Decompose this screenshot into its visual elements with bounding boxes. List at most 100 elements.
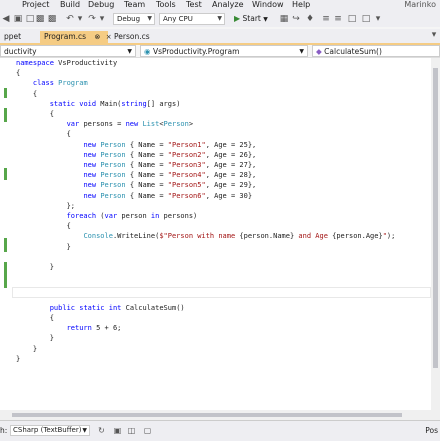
code-token: "Person1" — [167, 140, 206, 149]
code-line[interactable]: return 5 + 6; — [16, 323, 122, 333]
comment-icon[interactable]: □ — [346, 13, 358, 25]
code-line[interactable]: var persons = new List<Person> — [16, 119, 193, 129]
step-icon[interactable]: ↪ — [290, 13, 302, 25]
language-select[interactable]: CSharp (TextBuffer) ▼ — [10, 425, 90, 436]
platform-select[interactable]: Any CPU ▼ — [159, 13, 225, 25]
scroll-thumb[interactable] — [12, 413, 402, 417]
code-token: Program — [58, 79, 88, 88]
code-line[interactable]: } — [16, 354, 20, 364]
code-token: , Age = 29}, — [205, 181, 257, 190]
tab-overflow-icon[interactable]: ▾ — [428, 29, 440, 41]
code-line[interactable]: } — [16, 262, 54, 272]
menu-team[interactable]: Team — [124, 0, 145, 11]
menu-test[interactable]: Test — [186, 0, 202, 11]
redo-dropdown-icon[interactable]: ▾ — [96, 13, 108, 25]
refresh-icon[interactable]: ↻ — [96, 425, 107, 436]
code-token: foreach — [66, 212, 97, 220]
code-line[interactable]: } — [16, 333, 54, 343]
code-token: Person — [100, 161, 126, 169]
menu-project[interactable]: Project — [22, 0, 49, 11]
code-line[interactable]: new Person { Name = "Person3", Age = 27}… — [16, 160, 256, 170]
project-select[interactable]: ductivity ▼ — [0, 45, 136, 57]
code-line[interactable]: { — [16, 129, 71, 139]
toolbar: ◀ ▣ □ ▩ ▩ ↶ ▾ ↷ ▾ Debug ▼ Any CPU ▼ ▶ St… — [0, 11, 440, 27]
code-editor[interactable]: namespace VsProductivity{ class Program … — [0, 58, 431, 410]
code-line[interactable]: public static int CalculateSum() — [16, 303, 185, 313]
code-token: Person — [100, 191, 126, 200]
code-line[interactable]: } — [16, 344, 37, 354]
code-line[interactable]: } — [16, 242, 71, 252]
language-value: CSharp (TextBuffer) — [13, 426, 82, 434]
menu-debug[interactable]: Debug — [88, 0, 114, 11]
code-token: new — [83, 150, 97, 159]
back-icon[interactable]: ◀ — [0, 13, 12, 25]
code-line[interactable]: }; — [16, 201, 75, 211]
extension-icon[interactable]: ▦ — [278, 13, 290, 25]
bookmark-icon[interactable]: ♦ — [304, 13, 316, 25]
class-select[interactable]: ◉ VsProductivity.Program ▼ — [140, 45, 308, 57]
project-value: ductivity — [4, 47, 37, 56]
code-line[interactable]: new Person { Name = "Person5", Age = 29}… — [16, 180, 256, 190]
output-toolbar: h: CSharp (TextBuffer) ▼ ↻ ▣ ◫ ▢ Pos — [0, 420, 440, 441]
code-line[interactable]: new Person { Name = "Person1", Age = 25}… — [16, 140, 256, 150]
code-token: Person — [100, 181, 126, 190]
uncomment-icon[interactable]: □ — [360, 13, 372, 25]
code-token: Person — [100, 171, 126, 180]
align-icon[interactable]: ≡ — [320, 13, 332, 25]
scroll-thumb[interactable] — [433, 68, 438, 368]
code-line[interactable]: { — [16, 313, 54, 323]
tab-person-cs[interactable]: Person.cs — [110, 31, 154, 43]
clear-icon[interactable]: ▢ — [142, 425, 153, 436]
code-token: void — [79, 99, 97, 108]
code-token: "Person6" — [167, 191, 206, 200]
class-value: VsProductivity.Program — [152, 47, 240, 56]
user-name[interactable]: Marinko — [404, 0, 436, 10]
menu-build[interactable]: Build — [60, 0, 80, 11]
code-line[interactable]: static void Main(string[] args) — [16, 99, 181, 109]
code-line[interactable]: { — [16, 221, 71, 231]
tab-program-cs[interactable]: Program.cs ⊗ × — [40, 31, 112, 43]
indent-icon[interactable]: ≡ — [332, 13, 344, 25]
code-line[interactable]: { — [16, 109, 54, 119]
code-line[interactable]: new Person { Name = "Person2", Age = 26}… — [16, 150, 256, 160]
code-line[interactable]: { — [16, 89, 37, 99]
save-icon[interactable]: ▩ — [34, 13, 46, 25]
chevron-down-icon: ▼ — [147, 15, 152, 22]
code-token: var — [66, 120, 80, 129]
tab-snippet[interactable]: ppet — [0, 31, 25, 43]
start-button[interactable]: ▶ Start ▼ — [234, 13, 268, 25]
code-token: new — [83, 181, 97, 190]
config-value: Debug — [117, 15, 141, 23]
code-line[interactable]: class Program — [16, 78, 88, 88]
menu-bar: Project Build Debug Team Tools Test Anal… — [0, 0, 440, 11]
pin-icon[interactable]: ⊗ — [94, 33, 100, 41]
code-line[interactable]: { — [16, 68, 20, 78]
code-line[interactable]: foreach (var person in persons) — [16, 211, 198, 221]
copy-icon[interactable]: ▣ — [112, 425, 123, 436]
code-line[interactable]: new Person { Name = "Person4", Age = 28}… — [16, 170, 256, 180]
code-token: .WriteLine( — [112, 232, 160, 241]
code-token: , Age = 28}, — [205, 171, 257, 180]
undo-dropdown-icon[interactable]: ▾ — [74, 13, 86, 25]
save-all-icon[interactable]: ▩ — [46, 13, 58, 25]
play-icon: ▶ — [234, 14, 241, 23]
vertical-scrollbar[interactable] — [431, 58, 440, 410]
toolbar-options-icon[interactable]: ▾ — [372, 13, 384, 25]
change-marker — [4, 168, 7, 180]
code-line[interactable]: Console.WriteLine($"Person with name {pe… — [16, 231, 395, 241]
code-token: "Person4" — [167, 171, 206, 180]
menu-tools[interactable]: Tools — [156, 0, 176, 11]
config-select[interactable]: Debug ▼ — [113, 13, 155, 25]
menu-analyze[interactable]: Analyze — [212, 0, 244, 11]
filter-icon[interactable]: ◫ — [126, 425, 137, 436]
menu-help[interactable]: Help — [292, 0, 310, 11]
code-line[interactable]: new Person { Name = "Person6", Age = 30} — [16, 191, 252, 201]
menu-window[interactable]: Window — [252, 0, 284, 11]
code-line[interactable]: namespace VsProductivity — [16, 58, 117, 68]
new-project-icon[interactable]: ▣ — [12, 13, 24, 25]
member-select[interactable]: ◆ CalculateSum() — [312, 45, 440, 57]
horizontal-scrollbar[interactable] — [0, 410, 440, 420]
